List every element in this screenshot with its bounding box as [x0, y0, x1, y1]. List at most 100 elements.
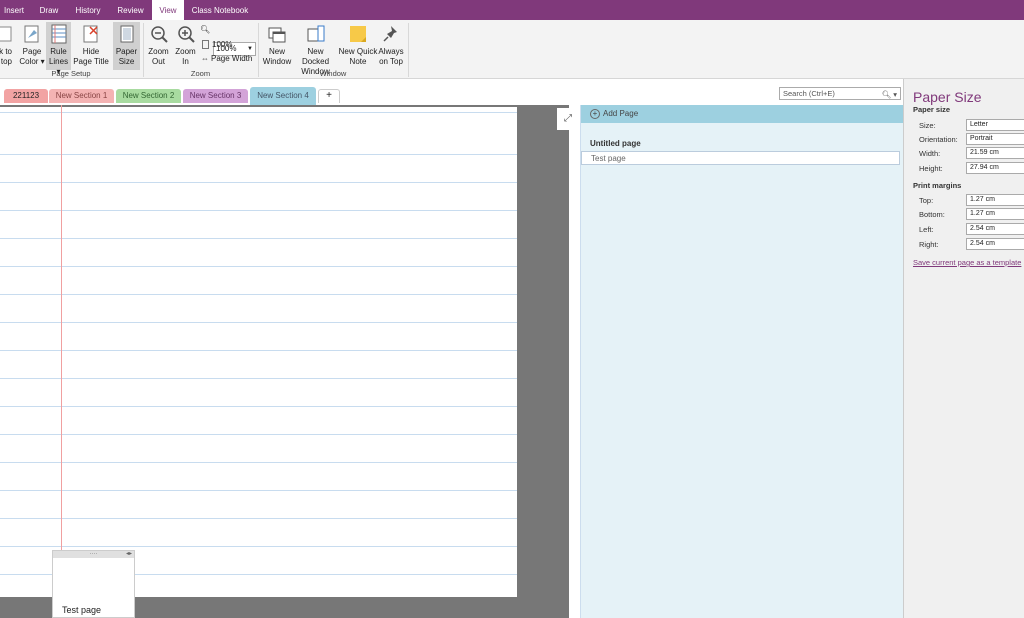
paper-size-pane: Paper Size Paper size Size: Letter Orien…	[903, 79, 1024, 618]
left-margin-label: Left:	[919, 225, 934, 234]
orientation-select[interactable]: Portrait	[966, 133, 1024, 145]
paper-size-icon	[117, 24, 137, 44]
zoom-out-label-2: Out	[152, 57, 165, 66]
page-item-untitled[interactable]: Untitled page	[581, 137, 900, 151]
paper-size-heading: Paper size	[913, 105, 951, 114]
tab-draw[interactable]: Draw	[34, 0, 64, 20]
always-on-top-button[interactable]: Always on Top	[377, 22, 405, 70]
rule-lines-label-1: Rule	[50, 47, 67, 56]
width-field[interactable]: 21.59 cm	[966, 147, 1024, 159]
zoom-magnifier-icon: 🔍︎	[200, 25, 211, 34]
top-margin-label: Top:	[919, 196, 934, 205]
zoom-out-button[interactable]: Zoom Out	[146, 22, 171, 70]
zoom-in-icon	[176, 24, 196, 44]
print-margins-heading: Print margins	[913, 181, 962, 190]
hide-page-title-button[interactable]: Hide Page Title	[73, 22, 109, 70]
search-input[interactable]: Search (Ctrl+E) 🔍︎ ▾	[779, 87, 901, 100]
section-tab-new-section-4[interactable]: New Section 4	[250, 87, 316, 105]
zoom-in-button[interactable]: Zoom In	[173, 22, 198, 70]
rule-lines-label-2: Lines	[48, 57, 69, 66]
bottom-margin-field[interactable]: 1.27 cm	[966, 208, 1024, 220]
new-docked-label-1: New Docked	[301, 47, 330, 66]
page-canvas[interactable]	[0, 105, 569, 618]
docked-window-icon	[306, 24, 326, 44]
new-docked-window-button[interactable]: New Docked Window	[293, 22, 338, 76]
tab-review[interactable]: Review	[113, 0, 148, 20]
width-label: Width:	[919, 149, 941, 158]
note-container-handle[interactable]: ···· ◂▸	[53, 551, 134, 558]
page-icon	[202, 40, 209, 50]
dock-label-2: top	[0, 57, 12, 66]
new-window-button[interactable]: New Window	[261, 22, 293, 70]
orientation-label: Orientation:	[919, 135, 958, 144]
quick-note-label-2: Note	[349, 57, 367, 66]
search-placeholder: Search (Ctrl+E)	[783, 89, 835, 98]
paper-size-label-1: Paper	[115, 47, 138, 56]
group-label-zoom: Zoom	[190, 69, 211, 78]
paper-size-label-2: Size	[118, 57, 135, 66]
tab-insert[interactable]: Insert	[0, 0, 28, 20]
bottom-margin-label: Bottom:	[919, 210, 945, 219]
top-margin-field[interactable]: 1.27 cm	[966, 194, 1024, 206]
note-text[interactable]: Test page	[62, 605, 101, 615]
size-label: Size:	[919, 121, 936, 130]
tab-view[interactable]: View	[152, 0, 184, 21]
page-width-label: Page Width	[211, 54, 253, 63]
zoom-100-button[interactable]: 100%	[202, 38, 232, 51]
always-top-label-1: Always	[378, 47, 404, 56]
zoom-100-label: 100%	[212, 40, 233, 49]
always-top-label-2: on Top	[379, 57, 403, 66]
dock-label-1: k to	[0, 47, 12, 56]
search-icon: 🔍︎ ▾	[881, 90, 897, 99]
hide-title-label-2: Page Title	[73, 57, 109, 66]
new-quick-note-button[interactable]: New Quick Note	[338, 22, 378, 70]
expand-icon[interactable]: ⤢	[557, 108, 579, 130]
size-select[interactable]: Letter	[966, 119, 1024, 131]
add-section-button[interactable]: +	[318, 89, 340, 103]
new-window-label-2: Window	[262, 57, 292, 66]
new-window-icon	[267, 24, 287, 44]
ribbon-tab-bar: Insert Draw History Review View Class No…	[0, 0, 1024, 21]
hide-title-label-1: Hide	[82, 47, 100, 56]
sticky-note-icon	[348, 24, 368, 44]
dock-icon	[0, 24, 13, 44]
pin-icon	[381, 24, 401, 44]
tab-history[interactable]: History	[70, 0, 106, 20]
ribbon: k to top Page Color ▾ Rule Lines ▾ Hide Page…	[0, 20, 1024, 79]
section-tab-bar: 221123 New Section 1 New Section 2 New S…	[0, 79, 903, 105]
zoom-out-icon	[149, 24, 169, 44]
height-label: Height:	[919, 164, 943, 173]
new-window-label-1: New	[268, 47, 285, 56]
height-field[interactable]: 27.94 cm	[966, 162, 1024, 174]
page-color-button[interactable]: Page Color ▾	[19, 22, 45, 70]
paper-size-button[interactable]: Paper Size	[113, 22, 140, 70]
section-tab-221123[interactable]: 221123	[4, 89, 48, 103]
left-margin-field[interactable]: 2.54 cm	[966, 223, 1024, 235]
right-margin-field[interactable]: 2.54 cm	[966, 238, 1024, 250]
zoom-in-label-2: In	[182, 57, 189, 66]
add-page-label: Add Page	[603, 109, 639, 118]
page-color-label-2: Color	[19, 57, 39, 66]
hide-title-icon	[81, 24, 101, 44]
page-width-button[interactable]: ⇔ Page Width	[201, 52, 252, 65]
add-circle-icon: +	[590, 109, 600, 119]
dock-to-desktop-button[interactable]: k to top	[0, 22, 12, 70]
margin-line	[61, 105, 62, 618]
zoom-in-label-1: Zoom	[175, 47, 196, 56]
group-label-page-setup: Page Setup	[51, 69, 91, 78]
add-page-button[interactable]: + Add Page	[581, 105, 904, 123]
right-margin-label: Right:	[919, 240, 939, 249]
tab-class-notebook[interactable]: Class Notebook	[189, 0, 251, 20]
page-color-icon	[22, 24, 42, 44]
section-tab-new-section-2[interactable]: New Section 2	[116, 89, 181, 103]
quick-note-label-1: New Quick	[338, 47, 378, 56]
save-template-link[interactable]: Save current page as a template	[913, 258, 1021, 267]
section-tab-new-section-3[interactable]: New Section 3	[183, 89, 248, 103]
ruled-paper[interactable]	[0, 107, 517, 597]
resize-arrows-icon[interactable]: ◂▸	[126, 551, 132, 557]
page-item-test[interactable]: Test page	[581, 151, 900, 165]
rule-lines-button[interactable]: Rule Lines ▾	[46, 22, 71, 76]
section-tab-new-section-1[interactable]: New Section 1	[49, 89, 114, 103]
ribbon-divider	[408, 23, 409, 77]
page-color-label-1: Page	[22, 47, 42, 56]
